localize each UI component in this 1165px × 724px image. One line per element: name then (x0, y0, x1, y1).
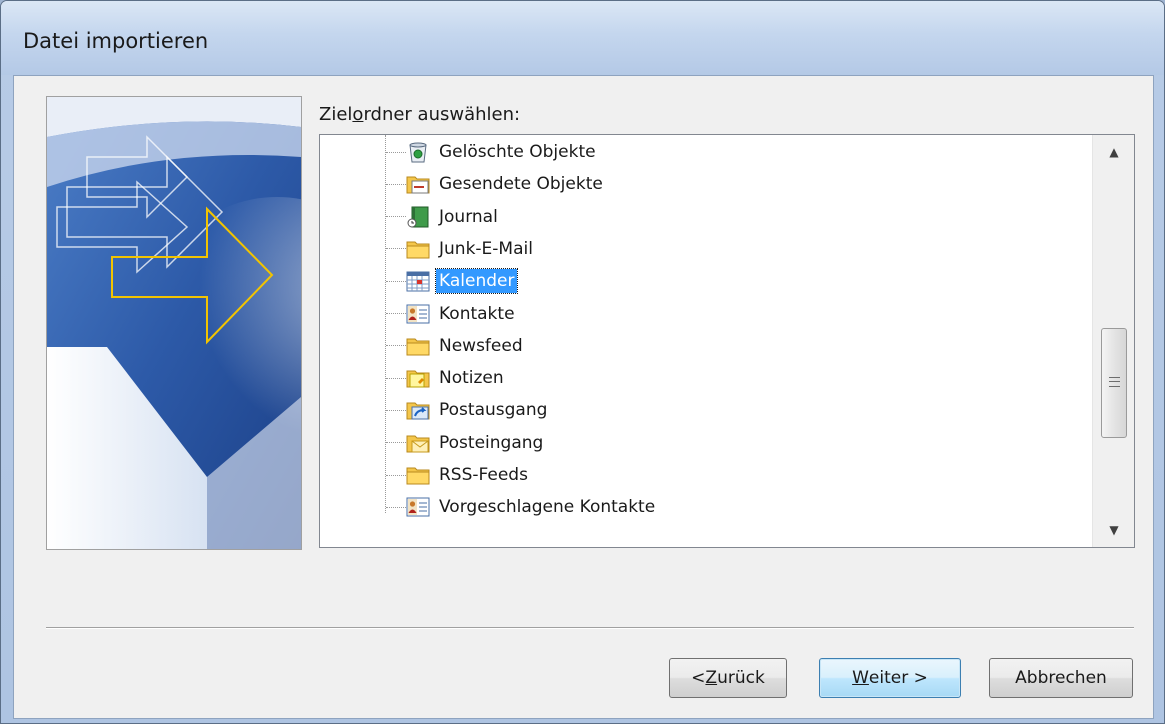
back-suffix: urück (717, 668, 765, 688)
deleted-items-icon (406, 140, 430, 164)
folder-tree-item-label: Vorgeschlagene Kontakte (439, 497, 656, 518)
next-suffix: eiter > (868, 668, 928, 688)
folder-tree-item-label: Notizen (439, 368, 504, 389)
notes-icon (406, 366, 430, 390)
tree-connector (386, 442, 406, 444)
folder-tree-item-label: Postausgang (439, 400, 548, 421)
back-button[interactable]: < Zurück (669, 658, 787, 698)
button-separator (46, 627, 1134, 629)
next-hotkey: W (852, 668, 869, 688)
folder-tree-item-label: Journal (439, 206, 498, 227)
folder-tree-item[interactable]: Junk-E-Mail (386, 233, 536, 265)
folder-tree-item-label: Kontakte (439, 303, 515, 324)
folder-tree-item[interactable]: Gesendete Objekte (386, 168, 606, 200)
wizard-arrow-graphic (47, 97, 301, 549)
outbox-icon (406, 398, 430, 422)
sent-items-icon (406, 172, 430, 196)
contacts-icon (406, 302, 430, 326)
folder-tree-item[interactable]: RSS-Feeds (386, 459, 531, 491)
vertical-scrollbar[interactable]: ▲ ▼ (1092, 135, 1134, 547)
scrollbar-thumb[interactable] (1101, 328, 1127, 439)
next-button[interactable]: Weiter > (819, 658, 961, 698)
folder-icon (406, 463, 430, 487)
journal-icon (406, 205, 430, 229)
scroll-up-button[interactable]: ▲ (1093, 135, 1134, 169)
calendar-icon (406, 269, 430, 293)
folder-tree-item[interactable]: Vorgeschlagene Kontakte (386, 491, 658, 523)
folder-tree-item[interactable]: Newsfeed (386, 330, 526, 362)
folder-tree-item-label: Gesendete Objekte (439, 174, 603, 195)
folder-tree-item-label: Posteingang (439, 432, 544, 453)
folder-tree-item-label: Kalender (434, 268, 519, 295)
tree-connector (386, 377, 406, 379)
tree-connector (386, 183, 406, 185)
tree-connector (386, 345, 406, 347)
folder-tree-item[interactable]: Notizen (386, 362, 507, 394)
tree-connector (386, 313, 406, 314)
label-text-prefix: Ziel (319, 104, 353, 125)
folder-tree-item-label: RSS-Feeds (439, 465, 528, 485)
target-folder-label: Zielordner auswählen: (319, 104, 520, 125)
tree-connector (386, 216, 406, 218)
tree-connector (386, 151, 406, 153)
title-bar[interactable]: Datei importieren (1, 1, 1164, 75)
folder-icon (406, 334, 430, 358)
window-title: Datei importieren (23, 29, 209, 53)
folder-tree-item-label: Gelöschte Objekte (439, 142, 596, 162)
inbox-icon (406, 431, 430, 455)
tree-connector (386, 248, 406, 250)
wizard-banner-image (46, 96, 302, 550)
cancel-button[interactable]: Abbrechen (989, 658, 1133, 698)
tree-connector (386, 506, 406, 508)
folder-tree[interactable]: Gelöschte Objekte Gesendete Objekte Journa… (319, 134, 1135, 548)
folder-tree-item[interactable]: Posteingang (386, 427, 546, 459)
folder-icon (406, 237, 430, 261)
import-dialog-window: Datei importieren Zielordner auswählen: … (0, 0, 1165, 724)
folder-tree-item[interactable]: Kontakte (386, 298, 518, 330)
folder-tree-item[interactable]: Journal (386, 201, 501, 233)
label-hotkey: o (352, 104, 364, 125)
dialog-client-area: Zielordner auswählen: Gelöschte Objekte G… (13, 75, 1154, 719)
tree-connector (386, 474, 406, 476)
contacts-icon (406, 495, 430, 519)
scrollbar-grip-icon (1109, 377, 1120, 388)
folder-tree-content: Gelöschte Objekte Gesendete Objekte Journa… (320, 135, 1092, 547)
back-hotkey: Z (705, 668, 718, 688)
folder-tree-item-label: Junk-E-Mail (439, 238, 533, 259)
folder-tree-item-label: Newsfeed (439, 335, 523, 356)
back-prefix: < (691, 668, 706, 688)
folder-tree-item[interactable]: Gelöschte Objekte (386, 136, 599, 168)
folder-tree-item[interactable]: Postausgang (386, 394, 550, 426)
tree-connector (386, 280, 406, 282)
scroll-down-button[interactable]: ▼ (1093, 513, 1134, 547)
label-text-suffix: rdner auswählen: (363, 104, 521, 125)
folder-tree-item[interactable]: Kalender (386, 265, 519, 297)
tree-connector (386, 409, 406, 411)
